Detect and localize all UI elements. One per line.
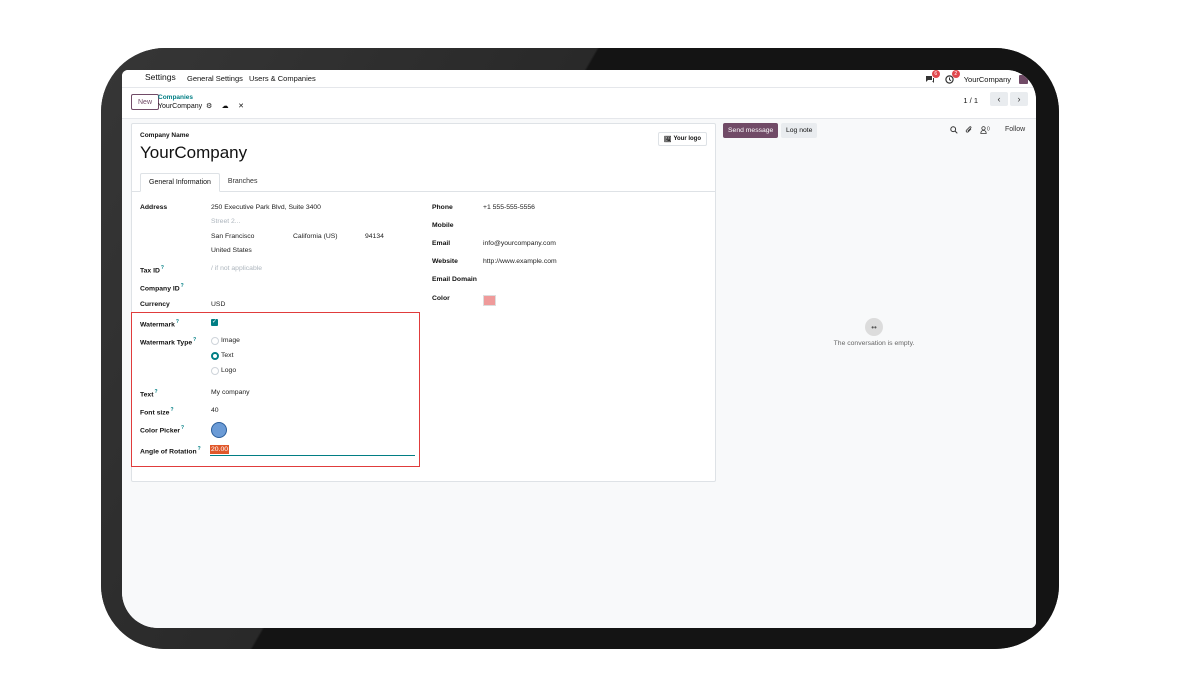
- new-button[interactable]: New: [131, 94, 160, 110]
- street2-field[interactable]: Street 2...: [211, 218, 240, 225]
- company-name-label: Company Name: [140, 132, 190, 139]
- website-field[interactable]: http://www.example.com: [483, 258, 557, 265]
- send-message-button[interactable]: Send message: [723, 123, 779, 138]
- image-icon: 🖼: [663, 136, 672, 143]
- user-icon: [980, 126, 987, 134]
- state-field[interactable]: California (US): [293, 233, 338, 240]
- search-icon[interactable]: [950, 126, 958, 136]
- zip-field[interactable]: 94134: [365, 233, 384, 240]
- breadcrumb-companies[interactable]: Companies: [158, 94, 193, 101]
- followers-count: 0: [987, 126, 990, 133]
- company-name-field[interactable]: YourCompany: [140, 143, 247, 163]
- nav-general-settings[interactable]: General Settings: [187, 74, 243, 83]
- logo-upload-button[interactable]: 🖼 Your logo: [657, 132, 707, 146]
- follow-button[interactable]: Follow: [1005, 126, 1025, 133]
- email-field[interactable]: info@yourcompany.com: [483, 240, 556, 247]
- empty-conversation-icon: ••: [865, 318, 883, 336]
- paperclip-icon[interactable]: [965, 126, 973, 136]
- breadcrumb-current: YourCompany ⚙ ☁ ✕: [158, 102, 245, 111]
- company-id-label: Company ID?: [140, 283, 184, 293]
- tax-id-field[interactable]: / if not applicable: [211, 265, 262, 272]
- app-screen: Settings General Settings Users & Compan…: [122, 70, 1036, 628]
- pager-value[interactable]: 1 / 1: [963, 96, 978, 105]
- tab-branches[interactable]: Branches: [220, 173, 266, 190]
- address-label: Address: [140, 204, 168, 211]
- color-label: Color: [432, 295, 450, 302]
- app-name[interactable]: Settings: [145, 72, 176, 82]
- log-note-button[interactable]: Log note: [781, 123, 818, 138]
- city-field[interactable]: San Francisco: [211, 233, 254, 240]
- logo-button-label: Your logo: [673, 136, 701, 142]
- breadcrumb-current-label: YourCompany: [158, 102, 203, 110]
- top-navbar: Settings General Settings Users & Compan…: [122, 70, 1036, 88]
- email-domain-label: Email Domain: [432, 276, 477, 283]
- followers-button[interactable]: 0: [980, 126, 990, 136]
- website-label: Website: [432, 258, 458, 265]
- pager-previous-icon[interactable]: ‹: [990, 92, 1008, 106]
- phone-label: Phone: [432, 204, 453, 211]
- activities-button[interactable]: 2: [944, 70, 960, 85]
- currency-field[interactable]: USD: [211, 301, 225, 308]
- pager-buttons: ‹ ›: [990, 92, 1028, 106]
- company-color-swatch[interactable]: [483, 295, 496, 306]
- mobile-label: Mobile: [432, 222, 454, 229]
- chatter-tools: 0: [950, 126, 990, 136]
- tab-general-information[interactable]: General Information: [140, 173, 220, 192]
- country-field[interactable]: United States: [211, 247, 252, 254]
- nav-users-companies[interactable]: Users & Companies: [249, 74, 316, 83]
- tax-id-label: Tax ID?: [140, 265, 164, 275]
- highlight-box: [131, 312, 420, 467]
- cloud-upload-icon[interactable]: ☁: [221, 102, 229, 110]
- messages-button[interactable]: 6: [924, 70, 940, 85]
- user-avatar[interactable]: [1019, 74, 1028, 84]
- street-field[interactable]: 250 Executive Park Blvd, Suite 3400: [211, 204, 321, 211]
- form-tabs: General Information Branches: [140, 173, 265, 192]
- phone-field[interactable]: +1 555-555-5556: [483, 204, 535, 211]
- gear-icon[interactable]: ⚙: [205, 102, 213, 110]
- discard-icon[interactable]: ✕: [237, 102, 245, 110]
- pager-next-icon[interactable]: ›: [1010, 92, 1028, 106]
- company-switcher[interactable]: YourCompany: [964, 75, 1011, 84]
- control-panel: New Companies YourCompany ⚙ ☁ ✕ 1 / 1 ‹ …: [122, 88, 1036, 119]
- activities-badge: 2: [951, 70, 960, 78]
- currency-label: Currency: [140, 301, 170, 308]
- messages-badge: 6: [931, 70, 940, 78]
- systray: 6 2 YourCompany: [924, 70, 1028, 86]
- empty-conversation-text: The conversation is empty.: [833, 340, 915, 347]
- email-label: Email: [432, 240, 451, 247]
